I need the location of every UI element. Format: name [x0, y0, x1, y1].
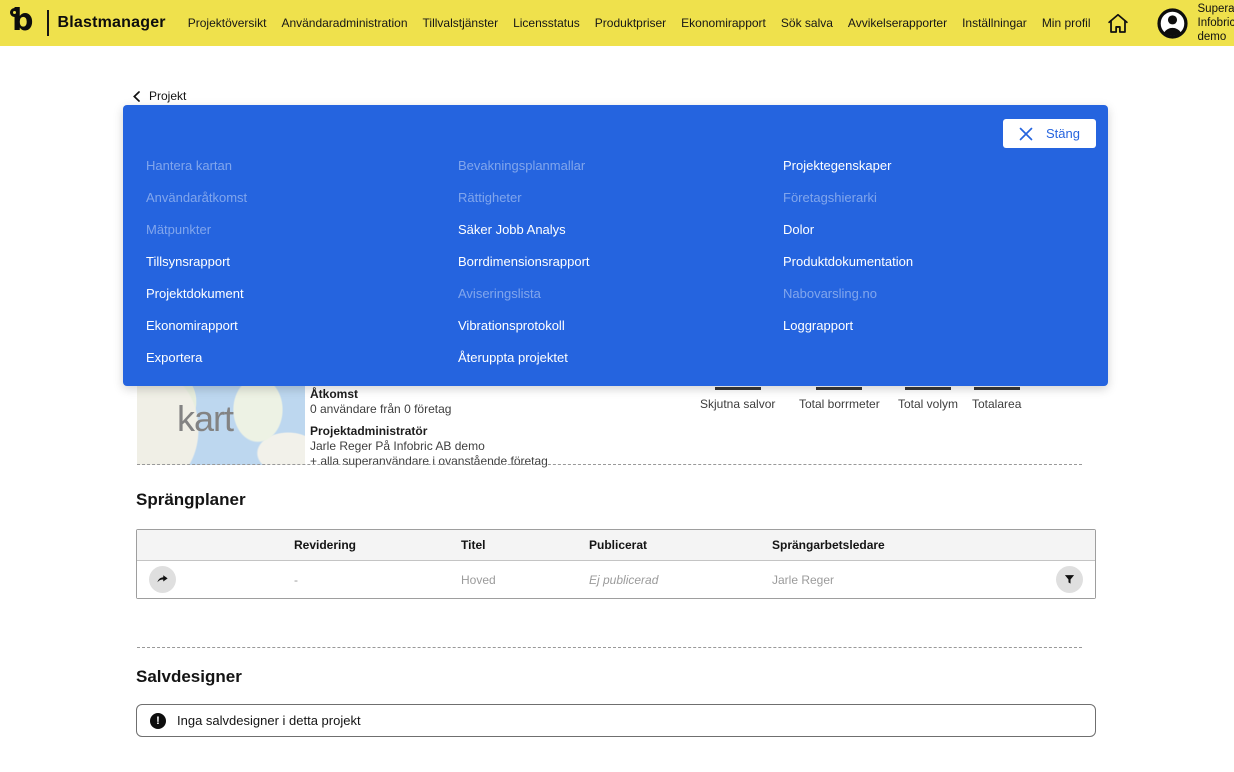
brand-divider	[47, 10, 49, 36]
menu-item-foretagshierarki[interactable]: Företagshierarki	[783, 191, 913, 204]
nav-anvandaradministration[interactable]: Användaradministration	[281, 16, 407, 30]
brand-logo[interactable]: b Blastmanager	[10, 3, 166, 39]
nav-tillvalstjanster[interactable]: Tillvalstjänster	[423, 16, 499, 30]
menu-item-nabovarsling[interactable]: Nabovarsling.no	[783, 287, 913, 300]
menu-item-vibrationsprotokoll[interactable]: Vibrationsprotokoll	[458, 319, 590, 332]
menu-item-matpunkter[interactable]: Mätpunkter	[146, 223, 247, 236]
close-label: Stäng	[1046, 126, 1080, 141]
nav-min-profil[interactable]: Min profil	[1042, 16, 1091, 30]
menu-column-1: Hantera kartan Användaråtkomst Mätpunkte…	[146, 159, 247, 383]
col-publicerat: Publicerat	[589, 538, 648, 552]
col-revidering: Revidering	[294, 538, 357, 552]
cell-titel: Hoved	[461, 572, 496, 587]
section-divider	[137, 464, 1082, 465]
exclamation-icon	[150, 712, 166, 729]
nav-avvikelserapporter[interactable]: Avvikelserapporter	[848, 16, 947, 30]
topbar-right: Superanvändare Infobric AB demo	[1091, 2, 1234, 44]
stat-value-bar	[714, 387, 761, 390]
nav-projektoversikt[interactable]: Projektöversikt	[188, 16, 267, 30]
main-nav: Projektöversikt Användaradministration T…	[188, 16, 1091, 30]
user-avatar-icon[interactable]	[1156, 7, 1188, 39]
stat-total-borrmeter: Total borrmeter	[799, 387, 880, 411]
menu-item-saker-jobb-analys[interactable]: Säker Jobb Analys	[458, 223, 590, 236]
stat-value-bar	[905, 387, 952, 390]
filter-button[interactable]	[1056, 566, 1083, 593]
menu-column-3: Projektegenskaper Företagshierarki Dolor…	[783, 159, 913, 351]
table-header-row: Revidering Titel Publicerat Sprängarbets…	[137, 530, 1095, 561]
nav-sok-salva[interactable]: Sök salva	[781, 16, 833, 30]
stat-value-bar	[816, 387, 863, 390]
menu-item-projektdokument[interactable]: Projektdokument	[146, 287, 247, 300]
nav-licensstatus[interactable]: Licensstatus	[513, 16, 580, 30]
cell-publicerat: Ej publicerad	[589, 572, 659, 587]
stat-total-volym: Total volym	[898, 387, 958, 411]
col-sprangarbetsledare: Sprängarbetsledare	[772, 538, 885, 552]
menu-item-aviseringslista[interactable]: Aviseringslista	[458, 287, 590, 300]
open-blast-plan-button[interactable]	[149, 566, 176, 593]
menu-column-2: Bevakningsplanmallar Rättigheter Säker J…	[458, 159, 590, 383]
menu-item-anvandaratkomst[interactable]: Användaråtkomst	[146, 191, 247, 204]
close-panel-button[interactable]: Stäng	[1003, 119, 1096, 148]
sprangplaner-title: Sprängplaner	[136, 490, 246, 509]
table-row[interactable]: - Hoved Ej publicerad Jarle Reger	[137, 561, 1095, 598]
chevron-left-icon	[133, 90, 140, 102]
admin-name: Jarle Reger På Infobric AB demo	[310, 439, 485, 453]
page: { "topbar": { "brand": "Blastmanager", "…	[0, 0, 1234, 772]
home-icon[interactable]	[1105, 11, 1131, 36]
salvdesigner-empty-notice: Inga salvdesigner i detta projekt	[136, 704, 1096, 737]
nav-ekonomirapport[interactable]: Ekonomirapport	[681, 16, 766, 30]
admin-extra: + alla superanvändare i ovanstående före…	[310, 454, 548, 468]
salvdesigner-title: Salvdesigner	[136, 667, 242, 686]
close-icon	[1019, 127, 1033, 140]
menu-item-exportera[interactable]: Exportera	[146, 351, 247, 364]
menu-item-produktdokumentation[interactable]: Produktdokumentation	[783, 255, 913, 268]
sprangplaner-table: Revidering Titel Publicerat Sprängarbets…	[136, 529, 1096, 599]
menu-item-bevakningsplanmallar[interactable]: Bevakningsplanmallar	[458, 159, 590, 172]
breadcrumb[interactable]: Projekt	[133, 89, 186, 103]
menu-item-rattigheter[interactable]: Rättigheter	[458, 191, 590, 204]
nav-produktpriser[interactable]: Produktpriser	[595, 16, 666, 30]
profile-company: Infobric AB demo	[1197, 17, 1234, 43]
project-menu-panel: Stäng Hantera kartan Användaråtkomst Mät…	[123, 105, 1108, 386]
stat-totalarea: Totalarea	[972, 387, 1021, 411]
menu-item-hantera-kartan[interactable]: Hantera kartan	[146, 159, 247, 172]
stat-value-bar	[973, 387, 1020, 390]
profile-role: Superanvändare	[1197, 3, 1234, 15]
empty-message: Inga salvdesigner i detta projekt	[177, 713, 361, 728]
blastmanager-logo-icon: b	[10, 3, 34, 38]
menu-item-projektegenskaper[interactable]: Projektegenskaper	[783, 159, 913, 172]
menu-item-ekonomirapport[interactable]: Ekonomirapport	[146, 319, 247, 332]
col-titel: Titel	[461, 538, 486, 552]
admin-title: Projektadministratör	[310, 424, 428, 438]
stat-skjutna-salvor: Skjutna salvor	[700, 387, 775, 411]
menu-item-tillsynsrapport[interactable]: Tillsynsrapport	[146, 255, 247, 268]
menu-item-dolor[interactable]: Dolor	[783, 223, 913, 236]
nav-installningar[interactable]: Inställningar	[962, 16, 1027, 30]
share-arrow-icon	[157, 575, 168, 583]
menu-item-borrdimensionsrapport[interactable]: Borrdimensionsrapport	[458, 255, 590, 268]
profile-menu[interactable]: Superanvändare Infobric AB demo	[1198, 2, 1234, 44]
menu-item-ateruppta-projektet[interactable]: Återuppta projektet	[458, 351, 590, 364]
filter-funnel-icon	[1064, 575, 1075, 584]
cell-revidering: -	[294, 572, 298, 587]
menu-item-loggrapport[interactable]: Loggrapport	[783, 319, 913, 332]
project-stats: Skjutna salvor Total borrmeter Total vol…	[0, 387, 1234, 413]
breadcrumb-label: Projekt	[149, 89, 187, 103]
brand-name: Blastmanager	[57, 14, 166, 31]
top-navigation-bar: b Blastmanager Projektöversikt Användara…	[0, 0, 1234, 46]
section-divider	[137, 647, 1082, 648]
